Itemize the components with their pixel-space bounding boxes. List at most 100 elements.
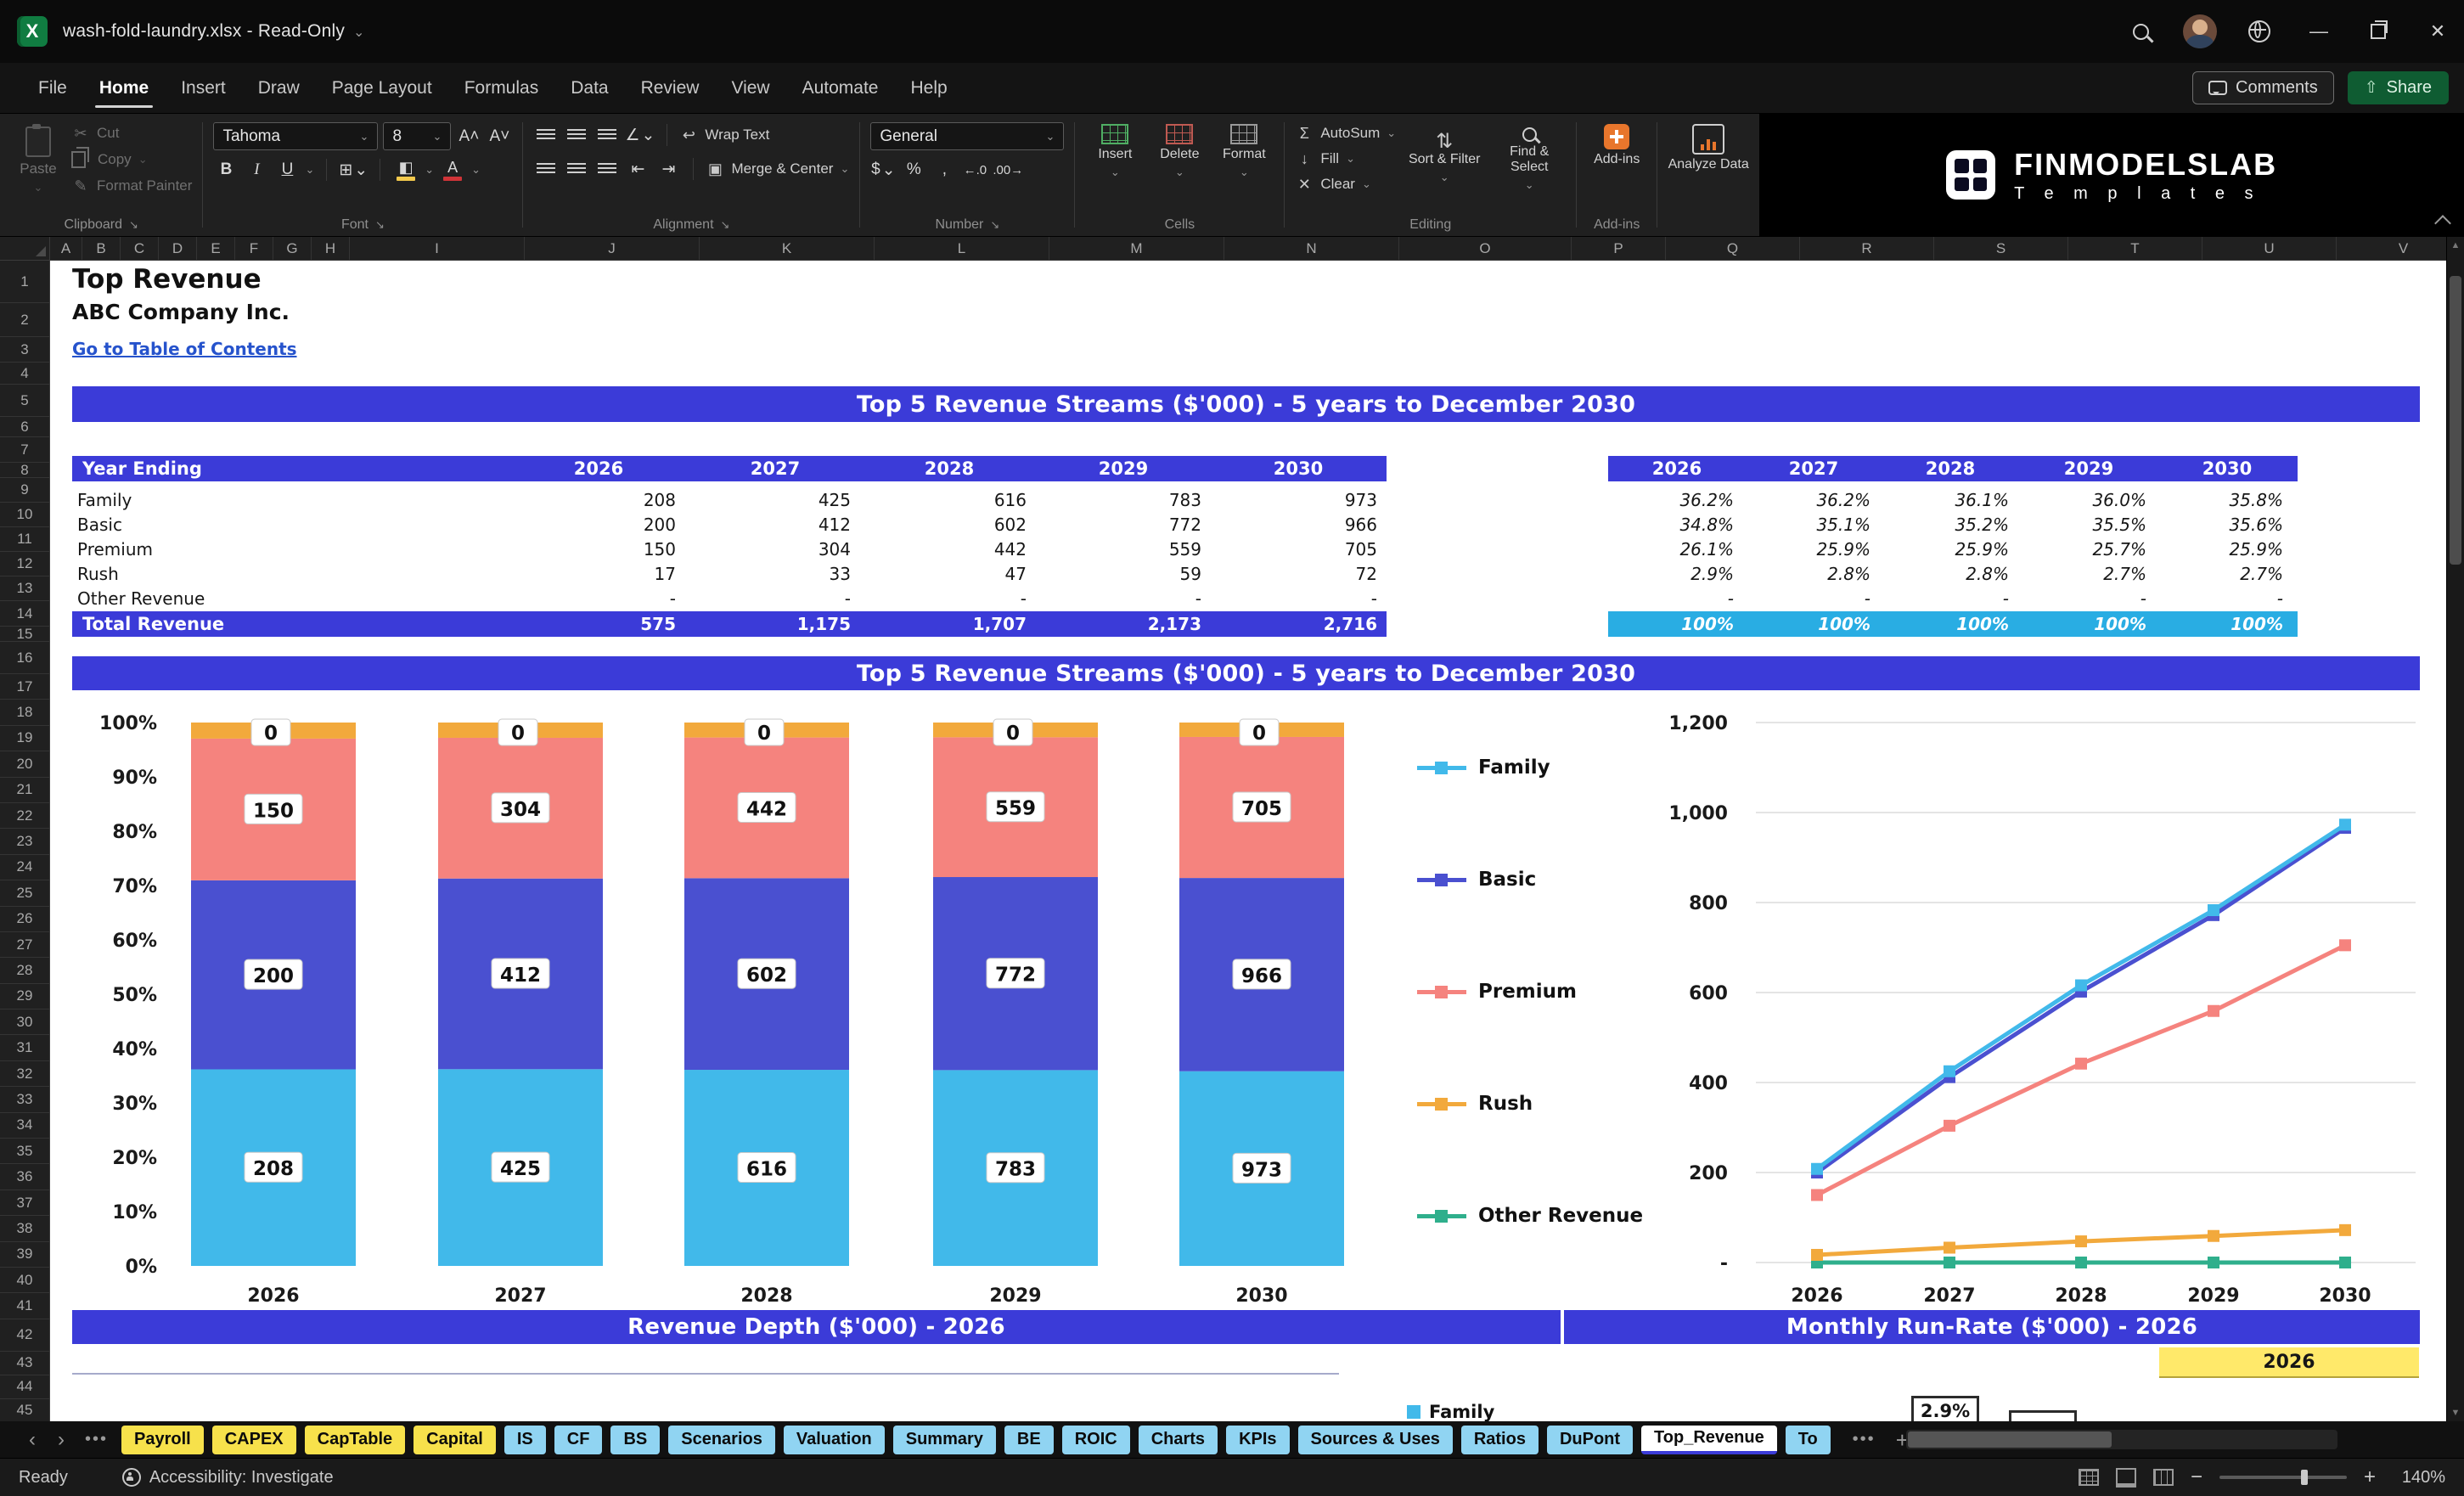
row-header-33[interactable]: 33 bbox=[0, 1087, 49, 1113]
sheet-tab-payroll[interactable]: Payroll bbox=[121, 1425, 204, 1454]
share-button[interactable]: ⇧ Share bbox=[2347, 71, 2449, 104]
row-header-8[interactable]: 8 bbox=[0, 462, 49, 478]
pct-cell[interactable]: - bbox=[1872, 587, 2009, 611]
scroll-down-arrow[interactable]: ▼ bbox=[2447, 1408, 2464, 1418]
row-header-45[interactable]: 45 bbox=[0, 1399, 49, 1421]
row-header-40[interactable]: 40 bbox=[0, 1268, 49, 1294]
number-dialog-launcher[interactable]: ↘ bbox=[990, 218, 999, 232]
value-cell[interactable]: - bbox=[1202, 587, 1377, 611]
row-header-24[interactable]: 24 bbox=[0, 855, 49, 881]
menu-page-layout[interactable]: Page Layout bbox=[316, 63, 448, 113]
delete-cells-button[interactable]: Delete ⌄ bbox=[1150, 122, 1209, 180]
row-header-23[interactable]: 23 bbox=[0, 829, 49, 855]
autosum-button[interactable]: Σ AutoSum ⌄ bbox=[1295, 122, 1396, 144]
column-header-F[interactable]: F bbox=[235, 237, 273, 260]
value-cell[interactable]: 616 bbox=[852, 488, 1027, 513]
value-cell[interactable]: 72 bbox=[1202, 562, 1377, 587]
row-label-family[interactable]: Family bbox=[77, 488, 442, 513]
row-header-27[interactable]: 27 bbox=[0, 932, 49, 959]
fill-color-button[interactable]: ◧ bbox=[392, 159, 419, 181]
underline-button[interactable]: U bbox=[274, 157, 300, 183]
menu-insert[interactable]: Insert bbox=[165, 63, 242, 113]
sheet-tab-kpis[interactable]: KPIs bbox=[1226, 1425, 1290, 1454]
value-cell[interactable]: 200 bbox=[501, 513, 676, 537]
value-cell[interactable]: 33 bbox=[676, 562, 851, 587]
column-header-K[interactable]: K bbox=[700, 237, 875, 260]
analyze-data-button[interactable]: Analyze Data bbox=[1668, 122, 1749, 172]
font-size-select[interactable]: 8 ⌄ bbox=[383, 122, 452, 150]
row-header-16[interactable]: 16 bbox=[0, 642, 49, 674]
pct-cell[interactable]: 36.0% bbox=[2010, 488, 2146, 513]
vertical-scroll-thumb[interactable] bbox=[2450, 276, 2461, 565]
accounting-format-button[interactable]: $ ⌄ bbox=[870, 157, 896, 183]
menu-file[interactable]: File bbox=[22, 63, 83, 113]
horizontal-scrollbar[interactable] bbox=[1906, 1430, 2337, 1449]
row-header-3[interactable]: 3 bbox=[0, 337, 49, 363]
fill-button[interactable]: ↓ Fill ⌄ bbox=[1295, 148, 1396, 170]
row-header-1[interactable]: 1 bbox=[0, 261, 49, 303]
sheet-tab-cf[interactable]: CF bbox=[554, 1425, 603, 1454]
row-header-29[interactable]: 29 bbox=[0, 984, 49, 1010]
row-header-14[interactable]: 14 bbox=[0, 601, 49, 627]
row-header-25[interactable]: 25 bbox=[0, 880, 49, 907]
pct-cell[interactable]: 25.7% bbox=[2010, 537, 2146, 562]
pct-cell[interactable]: 35.2% bbox=[1872, 513, 2009, 537]
row-label-rush[interactable]: Rush bbox=[77, 562, 442, 587]
pct-cell[interactable]: 2.9% bbox=[1597, 562, 1734, 587]
tabs-more-left[interactable]: ••• bbox=[80, 1430, 113, 1449]
row-header-7[interactable]: 7 bbox=[0, 437, 49, 463]
value-cell[interactable]: 772 bbox=[1027, 513, 1201, 537]
orientation-button[interactable]: ∠ ⌄ bbox=[625, 122, 655, 148]
column-header-R[interactable]: R bbox=[1800, 237, 1934, 260]
pct-cell[interactable]: 36.2% bbox=[1597, 488, 1734, 513]
total-value-cell[interactable]: 2,716 bbox=[1202, 611, 1377, 637]
column-header-H[interactable]: H bbox=[312, 237, 350, 260]
column-header-D[interactable]: D bbox=[159, 237, 197, 260]
font-color-button[interactable]: A bbox=[439, 159, 466, 181]
value-cell[interactable]: 602 bbox=[852, 513, 1027, 537]
sort-filter-button[interactable]: ⇅ Sort & Filter ⌄ bbox=[1408, 132, 1481, 185]
pct-cell[interactable]: 25.9% bbox=[1872, 537, 2009, 562]
pct-cell[interactable]: 35.5% bbox=[2010, 513, 2146, 537]
sheet-tab-to[interactable]: To bbox=[1785, 1425, 1831, 1454]
row-header-41[interactable]: 41 bbox=[0, 1293, 49, 1319]
row-header-42[interactable]: 42 bbox=[0, 1319, 49, 1352]
comments-button[interactable]: Comments bbox=[2192, 71, 2334, 104]
format-painter-button[interactable]: ✎ Format Painter bbox=[71, 175, 192, 197]
stacked-bar-chart[interactable]: 100% 90% 80% 70% 60% 50% 40% 30% 20% 10% 0% 208 200 1… bbox=[72, 714, 1414, 1308]
menu-help[interactable]: Help bbox=[894, 63, 963, 113]
menu-view[interactable]: View bbox=[715, 63, 785, 113]
sheet-tab-top_revenue[interactable]: Top_Revenue bbox=[1641, 1425, 1777, 1454]
banner-top5-table[interactable]: Top 5 Revenue Streams ($'000) - 5 years … bbox=[72, 386, 2420, 422]
tabs-scroll-right[interactable]: › bbox=[51, 1425, 71, 1455]
row-header-13[interactable]: 13 bbox=[0, 576, 49, 601]
pct-cell[interactable]: - bbox=[1734, 587, 1871, 611]
row-header-17[interactable]: 17 bbox=[0, 674, 49, 700]
menu-home[interactable]: Home bbox=[83, 63, 165, 113]
search-button[interactable] bbox=[2114, 0, 2167, 63]
value-cell[interactable]: - bbox=[1027, 587, 1201, 611]
value-cell[interactable]: 973 bbox=[1202, 488, 1377, 513]
row-label-other-revenue[interactable]: Other Revenue bbox=[77, 587, 442, 611]
column-header-A[interactable]: A bbox=[50, 237, 82, 260]
row-header-21[interactable]: 21 bbox=[0, 778, 49, 803]
row-header-10[interactable]: 10 bbox=[0, 503, 49, 527]
bold-button[interactable]: B bbox=[213, 157, 239, 183]
vertical-scrollbar[interactable]: ▲ ▼ bbox=[2446, 237, 2464, 1421]
total-value-cell[interactable]: 1,707 bbox=[852, 611, 1027, 637]
select-all-corner[interactable] bbox=[0, 237, 50, 261]
total-pct-cell[interactable]: 100% bbox=[2146, 611, 2283, 637]
row-header-12[interactable]: 12 bbox=[0, 552, 49, 576]
value-cell[interactable]: 425 bbox=[676, 488, 851, 513]
sheet-tab-dupont[interactable]: DuPont bbox=[1546, 1425, 1634, 1454]
number-format-select[interactable]: General ⌄ bbox=[870, 122, 1065, 150]
sheet-tab-ratios[interactable]: Ratios bbox=[1460, 1425, 1539, 1454]
sheet-tab-sources-&-uses[interactable]: Sources & Uses bbox=[1297, 1425, 1453, 1454]
menu-draw[interactable]: Draw bbox=[242, 63, 316, 113]
column-header-B[interactable]: B bbox=[82, 237, 121, 260]
zoom-slider[interactable] bbox=[2219, 1470, 2347, 1485]
year-header-2027[interactable]: 2027 bbox=[688, 456, 863, 481]
toc-link[interactable]: Go to Table of Contents bbox=[72, 339, 297, 359]
align-bottom-icon[interactable] bbox=[598, 128, 617, 142]
decrease-decimal-button[interactable]: .00→ bbox=[993, 157, 1023, 183]
